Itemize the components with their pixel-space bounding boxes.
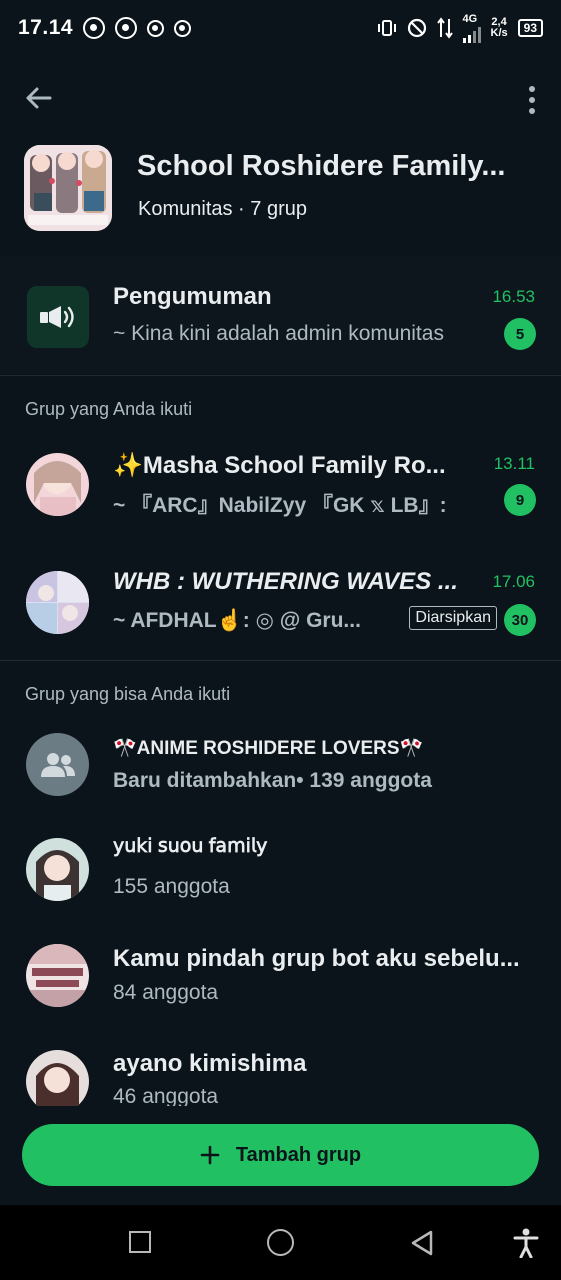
more-options-icon[interactable] (529, 86, 535, 114)
group-info: 84 anggota (113, 981, 219, 1004)
group-avatar (26, 1050, 89, 1106)
group-info: Baru ditambahkan• 139 anggota (113, 769, 533, 793)
unread-badge: 30 (504, 604, 536, 636)
whatsapp-small-icon (147, 19, 165, 37)
archived-tag: Diarsipkan (409, 606, 497, 630)
group-name: ✨Masha School Family Ro... (113, 452, 446, 479)
section-joined-label: Grup yang Anda ikuti (25, 399, 193, 419)
unread-badge: 9 (504, 484, 536, 516)
group-time: 13.11 (493, 454, 535, 473)
group-row[interactable]: 𝗒𝗎𝗄𝗂 𝗌𝗎𝗈𝗎 𝖿𝖺𝗆𝗂𝗅𝗒 155 anggota (0, 830, 561, 920)
whatsapp-small-icon-2 (174, 19, 192, 37)
community-name: School Roshidere Family... (137, 150, 506, 182)
system-nav-bar (0, 1205, 561, 1280)
group-info: 46 anggota (113, 1085, 219, 1106)
group-name: 🎌ANIME ROSHIDERE LOVERS🎌 (113, 738, 424, 759)
community-avatar (24, 145, 112, 231)
group-row[interactable]: WHB : WUTHERING WAVES ... ~ AFDHAL☝️: ◎ … (0, 556, 561, 656)
network-speed-unit: K/s (490, 27, 508, 39)
unread-badge: 5 (504, 318, 536, 350)
section-available-label: Grup yang bisa Anda ikuti (25, 684, 231, 704)
signal-icon (462, 25, 481, 43)
home-icon[interactable] (267, 1229, 294, 1256)
vibrate-icon (377, 20, 396, 36)
status-time: 17.14 (18, 16, 74, 39)
group-name: ayano kimishima (113, 1050, 307, 1077)
announcement-row[interactable]: Pengumuman ~ Kina kini adalah admin komu… (0, 256, 561, 374)
back-arrow-icon[interactable] (22, 82, 54, 114)
group-name: 𝗒𝗎𝗄𝗂 𝗌𝗎𝗈𝗎 𝖿𝖺𝗆𝗂𝗅𝗒 (113, 836, 268, 857)
megaphone-icon (27, 286, 89, 348)
network-type: 4G (462, 12, 478, 25)
group-last-message: ~ 『ARC』NabilZyy 『GK 𝕩 LB』: (113, 494, 447, 517)
group-avatar (26, 838, 89, 901)
group-avatar (26, 944, 89, 1007)
data-transfer-icon (436, 17, 453, 39)
divider (0, 660, 561, 661)
announcement-message: ~ Kina kini adalah admin komunitas (113, 322, 444, 345)
divider (0, 375, 561, 376)
announcement-time: 16.53 (492, 287, 535, 306)
announcement-title: Pengumuman (113, 283, 272, 310)
do-not-disturb-icon (407, 18, 426, 38)
group-name: Kamu pindah grup bot aku sebelu... (113, 945, 520, 972)
add-group-label: Tambah grup (235, 1143, 362, 1166)
group-placeholder-icon (26, 733, 89, 796)
add-group-button[interactable]: Tambah grup (22, 1124, 539, 1186)
top-bar (0, 70, 561, 130)
group-info: 155 anggota (113, 875, 230, 898)
group-last-message: ~ AFDHAL☝️: ◎ @ Gru... (113, 609, 361, 632)
plus-icon (200, 1145, 220, 1165)
group-name: WHB : WUTHERING WAVES ... (113, 568, 458, 595)
group-time: 17.06 (492, 572, 535, 591)
group-row[interactable]: Kamu pindah grup bot aku sebelu... 84 an… (0, 936, 561, 1026)
group-row[interactable]: ayano kimishima 46 anggota (0, 1042, 561, 1106)
community-subtitle: Komunitas · 7 grup (138, 198, 307, 220)
group-avatar (26, 571, 89, 634)
back-nav-icon[interactable] (409, 1229, 435, 1257)
community-header[interactable]: School Roshidere Family... Komunitas · 7… (0, 142, 561, 254)
group-avatar (26, 453, 89, 516)
accessibility-icon[interactable] (513, 1228, 539, 1258)
whatsapp-icon (83, 17, 106, 39)
whatsapp-business-icon (115, 17, 138, 39)
battery-icon: 93 (517, 19, 543, 37)
group-row[interactable]: 🎌ANIME ROSHIDERE LOVERS🎌 Baru ditambahka… (0, 724, 561, 814)
group-info-text: Baru ditambahkan• 139 anggota (113, 769, 432, 792)
recent-apps-icon[interactable] (129, 1231, 151, 1253)
group-row[interactable]: ✨Masha School Family Ro... ~ 『ARC』NabilZ… (0, 436, 561, 546)
status-bar: 17.14 4G 2,4 K/s 93 (0, 0, 561, 56)
